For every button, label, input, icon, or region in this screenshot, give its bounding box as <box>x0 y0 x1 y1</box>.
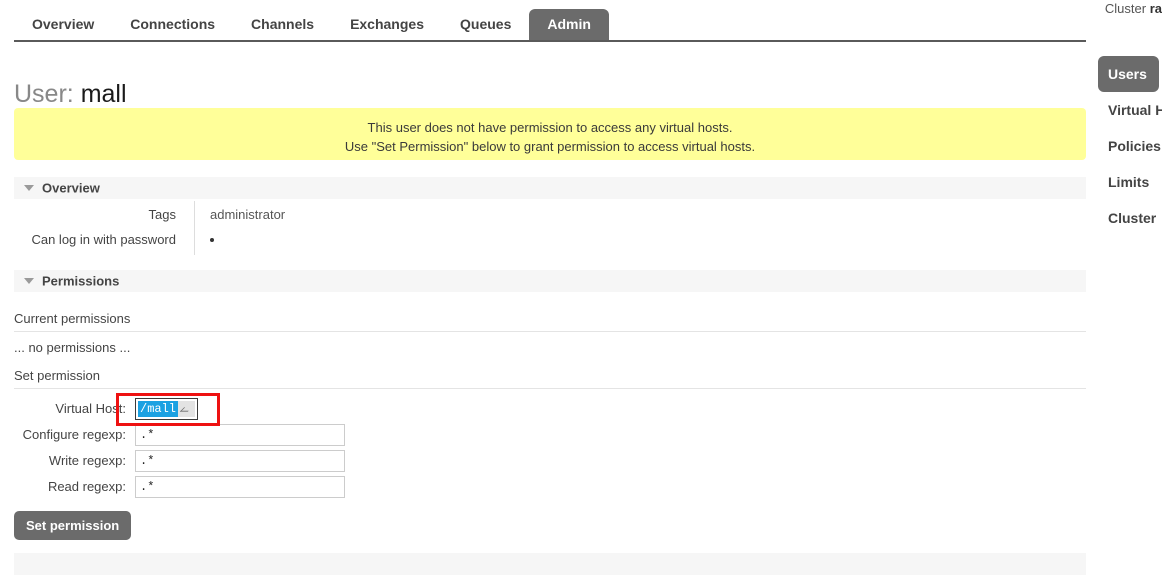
overview-row-can-login-value <box>210 230 214 250</box>
configure-regexp-input[interactable] <box>135 424 345 446</box>
bullet-icon <box>210 238 214 242</box>
read-regexp-label: Read regexp: <box>14 474 126 500</box>
virtual-host-select[interactable]: /mall <box>135 398 198 420</box>
tab-channels[interactable]: Channels <box>233 9 332 40</box>
chevron-down-icon <box>24 185 34 191</box>
tab-exchanges[interactable]: Exchanges <box>332 9 442 40</box>
page-title: User: mall <box>14 79 127 109</box>
warning-line-1: This user does not have permission to ac… <box>14 118 1086 137</box>
permission-warning-banner: This user does not have permission to ac… <box>14 108 1086 160</box>
section-header-overview-label: Overview <box>42 181 100 196</box>
tab-connections-link[interactable]: Connections <box>112 9 233 40</box>
virtual-host-field: /mall <box>135 398 198 420</box>
sidebar-item-users-label: Users <box>1098 56 1159 92</box>
section-header-permissions[interactable]: Permissions <box>14 270 1086 292</box>
overview-row-divider <box>194 226 195 255</box>
section-header-permissions-label: Permissions <box>42 274 119 289</box>
no-permissions-text: ... no permissions ... <box>14 339 1086 359</box>
configure-regexp-label: Configure regexp: <box>14 422 126 448</box>
tab-queues-link[interactable]: Queues <box>442 9 529 40</box>
set-permission-button[interactable]: Set permission <box>14 511 131 540</box>
tab-overview-link[interactable]: Overview <box>14 9 112 40</box>
user-overview-table: Tags administrator Can log in with passw… <box>14 205 614 255</box>
sidebar-item-users[interactable]: Users <box>1098 56 1162 92</box>
warning-line-2: Use "Set Permission" below to grant perm… <box>14 137 1086 156</box>
write-regexp-label: Write regexp: <box>14 448 126 474</box>
form-row-write-regexp: Write regexp: <box>14 448 514 474</box>
configure-regexp-field <box>135 424 345 446</box>
virtual-host-label: Virtual Host: <box>14 396 126 422</box>
cluster-label-name: ra <box>1150 1 1162 16</box>
tab-connections[interactable]: Connections <box>112 9 233 40</box>
main-navigation-tabs: Overview Connections Channels Exchanges … <box>14 9 1086 42</box>
tab-admin[interactable]: Admin <box>529 9 609 40</box>
tab-queues[interactable]: Queues <box>442 9 529 40</box>
sidebar-item-policies[interactable]: Policies <box>1098 128 1162 164</box>
sidebar-item-limits[interactable]: Limits <box>1098 164 1162 200</box>
sidebar-item-cluster[interactable]: Cluster <box>1098 200 1162 236</box>
overview-row-can-login: Can log in with password <box>14 230 614 255</box>
sidebar-item-cluster-label: Cluster <box>1098 200 1162 236</box>
form-row-virtual-host: Virtual Host: /mall <box>14 396 514 422</box>
sidebar-item-virtual-hosts[interactable]: Virtual H <box>1098 92 1162 128</box>
tab-admin-link[interactable]: Admin <box>529 9 609 40</box>
write-regexp-field <box>135 450 345 472</box>
read-regexp-input[interactable] <box>135 476 345 498</box>
form-row-read-regexp: Read regexp: <box>14 474 514 500</box>
tab-channels-link[interactable]: Channels <box>233 9 332 40</box>
section-header-overview[interactable]: Overview <box>14 177 1086 199</box>
tab-overview[interactable]: Overview <box>14 9 112 40</box>
form-row-configure-regexp: Configure regexp: <box>14 422 514 448</box>
overview-row-can-login-key: Can log in with password <box>14 230 176 250</box>
overview-row-tags-value: administrator <box>210 205 285 225</box>
read-regexp-field <box>135 476 345 498</box>
tab-list: Overview Connections Channels Exchanges … <box>14 9 1086 42</box>
chevron-down-icon[interactable] <box>178 401 195 417</box>
overview-row-tags: Tags administrator <box>14 205 614 230</box>
tab-exchanges-link[interactable]: Exchanges <box>332 9 442 40</box>
chevron-down-icon <box>24 278 34 284</box>
admin-sidebar: Users Virtual H Policies Limits Cluster <box>1098 56 1162 236</box>
section-header-bottom[interactable] <box>14 553 1086 575</box>
page-title-prefix: User: <box>14 80 74 108</box>
virtual-host-selected-value: /mall <box>138 401 178 417</box>
current-permissions-label: Current permissions <box>14 310 1086 332</box>
set-permission-form: Virtual Host: /mall Configure regexp: Wr… <box>14 396 514 500</box>
overview-row-tags-key: Tags <box>14 205 176 225</box>
cluster-label-prefix: Cluster <box>1105 1 1146 16</box>
set-permission-label: Set permission <box>14 367 1086 389</box>
sidebar-item-limits-label: Limits <box>1098 164 1161 200</box>
page-title-username: mall <box>81 80 127 108</box>
sidebar-item-policies-label: Policies <box>1098 128 1162 164</box>
sidebar-item-virtual-hosts-label: Virtual H <box>1098 92 1162 128</box>
write-regexp-input[interactable] <box>135 450 345 472</box>
